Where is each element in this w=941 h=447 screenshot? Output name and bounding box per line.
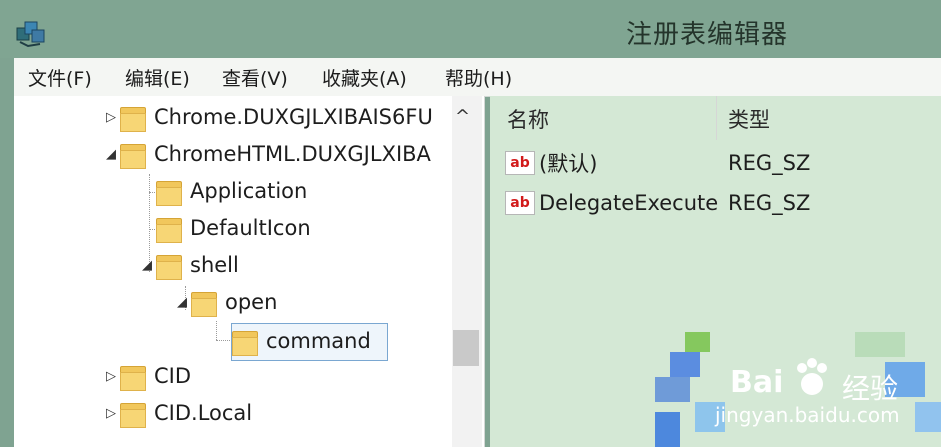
value-type: REG_SZ [728, 151, 811, 175]
value-name: (默认) [539, 152, 598, 176]
tree-item-chrome[interactable]: ▷ Chrome.DUXGJLXIBAIS6FU [106, 99, 433, 135]
tree-item-open[interactable]: ◢ open [177, 284, 277, 320]
collapsed-arrow-icon[interactable]: ▷ [106, 110, 120, 125]
tree-item-cid-local[interactable]: ▷ CID.Local [106, 395, 252, 431]
column-header-type[interactable]: 类型 [728, 104, 770, 134]
tree-item-label: DefaultIcon [190, 216, 311, 240]
tree-item-application[interactable]: Application [156, 173, 307, 209]
tree-item-label: Application [190, 179, 308, 203]
menu-favorites[interactable]: 收藏夹(A) [322, 64, 407, 91]
expanded-arrow-icon[interactable]: ◢ [177, 295, 191, 310]
registry-app-icon [16, 21, 45, 48]
folder-icon [156, 178, 182, 206]
tree-item-label: CID.Local [154, 401, 253, 425]
expanded-arrow-icon[interactable]: ◢ [142, 258, 156, 273]
tree-scrollbar[interactable] [452, 96, 482, 447]
watermark-logo-suffix: 经验 [842, 372, 899, 405]
tree-connector [216, 321, 217, 340]
folder-icon [120, 400, 146, 428]
tree-item-label: CID [154, 364, 192, 388]
tree-item-shell[interactable]: ◢ shell [142, 247, 239, 283]
title-bar: 注册表编辑器 [0, 0, 941, 58]
folder-icon [156, 252, 182, 280]
registry-editor-window: 注册表编辑器 文件(F) 编辑(E) 查看(V) 收藏夹(A) 帮助(H) ▷ … [0, 0, 941, 447]
folder-icon [156, 215, 182, 243]
tree-item-label: shell [190, 253, 239, 277]
value-row[interactable]: ab DelegateExecute [505, 185, 718, 221]
tree-connector [216, 340, 230, 341]
value-row[interactable]: ab (默认) [505, 145, 597, 181]
menu-view[interactable]: 查看(V) [222, 64, 288, 91]
folder-icon [232, 328, 258, 356]
string-value-icon: ab [505, 151, 535, 175]
collapsed-arrow-icon[interactable]: ▷ [106, 406, 120, 421]
folder-icon [120, 363, 146, 391]
string-value-icon: ab [505, 191, 535, 215]
tree-item-chromehtml[interactable]: ◢ ChromeHTML.DUXGJLXIBA [106, 136, 431, 172]
paw-icon [797, 358, 827, 395]
scroll-thumb[interactable] [453, 330, 479, 366]
scroll-up-arrow-icon[interactable]: ^ [455, 106, 470, 127]
folder-icon [120, 141, 146, 169]
expanded-arrow-icon[interactable]: ◢ [106, 147, 120, 162]
menu-edit[interactable]: 编辑(E) [125, 64, 190, 91]
folder-icon [191, 289, 217, 317]
column-separator[interactable] [716, 96, 717, 140]
menu-bar: 文件(F) 编辑(E) 查看(V) 收藏夹(A) 帮助(H) [14, 58, 941, 97]
watermark-logo: Bai [730, 365, 784, 400]
tree-item-label: open [225, 290, 278, 314]
value-type: REG_SZ [728, 191, 811, 215]
menu-file[interactable]: 文件(F) [28, 64, 92, 91]
tree-item-label: Chrome.DUXGJLXIBAIS6FU [154, 105, 433, 129]
watermark-url: jingyan.baidu.com [715, 403, 900, 427]
collapsed-arrow-icon[interactable]: ▷ [106, 369, 120, 384]
column-header-name[interactable]: 名称 [507, 104, 549, 134]
value-name: DelegateExecute [539, 191, 719, 215]
tree-item-command[interactable]: command [232, 323, 371, 359]
tree-item-defaulticon[interactable]: DefaultIcon [156, 210, 311, 246]
menu-help[interactable]: 帮助(H) [445, 64, 512, 91]
folder-icon [120, 104, 146, 132]
tree-item-label: ChromeHTML.DUXGJLXIBA [154, 142, 431, 166]
tree-item-label: command [266, 329, 371, 353]
tree-item-cid[interactable]: ▷ CID [106, 358, 191, 394]
window-title: 注册表编辑器 [626, 20, 789, 50]
